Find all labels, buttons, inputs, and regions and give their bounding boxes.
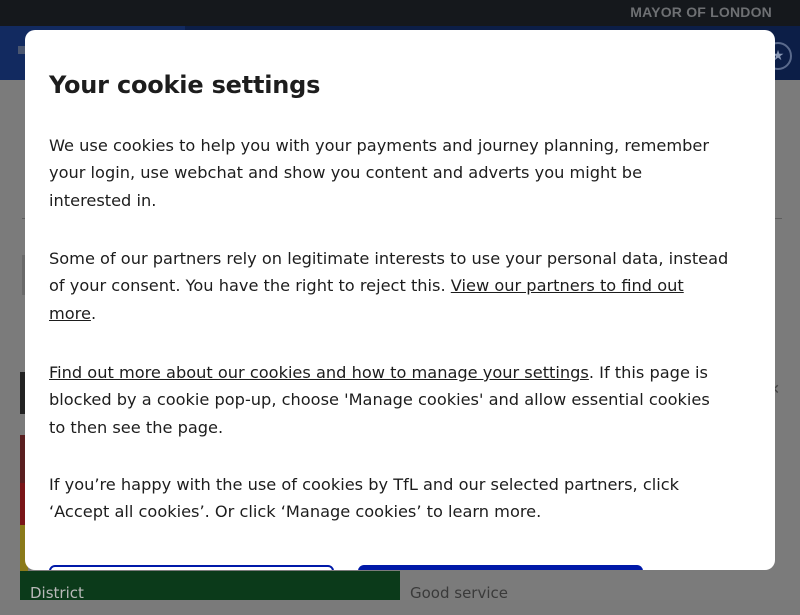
cookie-settings-dialog: Your cookie settings We use cookies to h… [25, 30, 775, 570]
line-status-row: District Good service [20, 571, 800, 602]
line-name: District [20, 571, 400, 602]
partners-paragraph: Some of our partners rely on legitimate … [49, 245, 729, 327]
consent-paragraph: If you’re happy with the use of cookies … [49, 475, 679, 522]
cookie-info-paragraph: Find out more about our cookies and how … [49, 359, 729, 441]
dialog-title: Your cookie settings [49, 71, 321, 99]
manage-cookies-button[interactable] [49, 565, 334, 570]
partners-text-end: . [90, 303, 97, 323]
line-status: Good service [400, 571, 800, 602]
cookie-intro-paragraph: We use cookies to help you with your pay… [49, 136, 709, 210]
mayor-of-london-logo: MAYOR OF LONDON [630, 4, 772, 20]
top-utility-bar: MAYOR OF LONDON [0, 0, 800, 26]
manage-settings-info-link[interactable]: Find out more about our cookies and how … [49, 363, 589, 382]
accept-all-cookies-button[interactable] [358, 565, 643, 570]
